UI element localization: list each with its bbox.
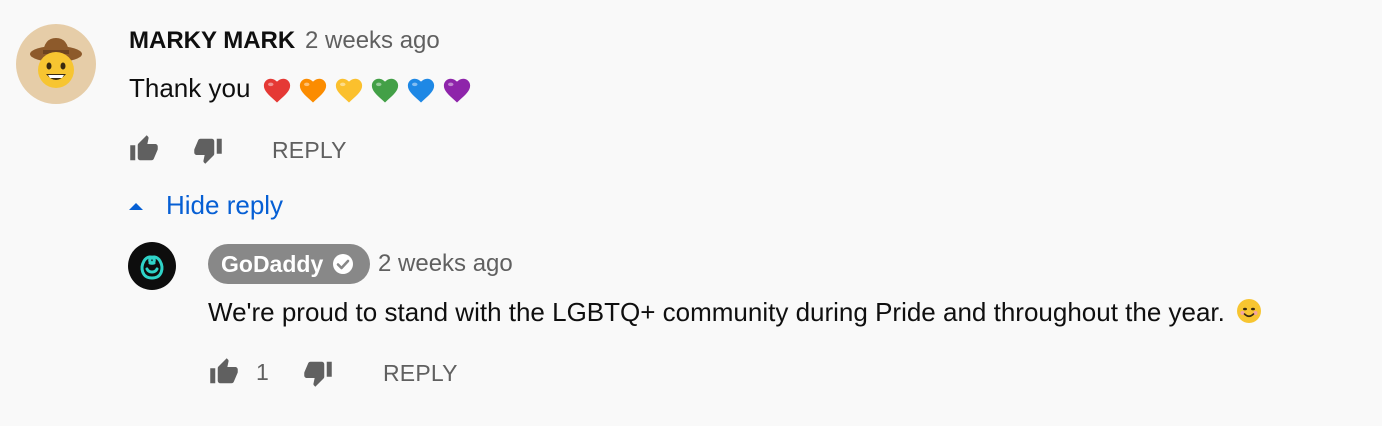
heart-icon: [371, 78, 398, 103]
heart-icon: [263, 78, 290, 103]
avatar[interactable]: [128, 242, 176, 290]
like-count: 1: [256, 359, 269, 385]
godaddy-logo-icon: [140, 255, 164, 280]
comment-text-label: Thank you: [129, 73, 251, 103]
heart-icon: [443, 78, 470, 103]
comment-timestamp[interactable]: 2 weeks ago: [305, 27, 440, 55]
reply-button[interactable]: REPLY: [383, 360, 458, 387]
hide-reply-label: Hide reply: [166, 190, 284, 220]
like-icon[interactable]: [208, 357, 240, 387]
reply-button[interactable]: REPLY: [272, 137, 347, 164]
smiling-face-icon: [1237, 299, 1262, 323]
heart-icon: [299, 78, 326, 103]
reply-text: We're proud to stand with the LGBTQ+ com…: [208, 297, 1262, 328]
heart-icon: [335, 78, 362, 103]
avatar[interactable]: [16, 24, 96, 104]
verified-check-icon: [333, 254, 354, 274]
cowboy-face-icon: [30, 38, 82, 88]
reply-timestamp[interactable]: 2 weeks ago: [378, 250, 513, 278]
comment-text: Thank you: [129, 73, 472, 104]
dislike-icon[interactable]: [192, 135, 224, 165]
like-icon[interactable]: [128, 134, 160, 164]
reply-text-label: We're proud to stand with the LGBTQ+ com…: [208, 297, 1225, 327]
heart-icon: [407, 78, 434, 103]
hide-reply-toggle[interactable]: Hide reply: [126, 190, 283, 221]
heart-emojis: [262, 76, 472, 104]
dislike-icon[interactable]: [302, 358, 334, 388]
channel-owner-badge[interactable]: GoDaddy: [208, 244, 370, 284]
comment-author[interactable]: MARKY MARK: [129, 27, 295, 55]
reply-author: GoDaddy: [221, 250, 324, 277]
caret-up-icon: [129, 202, 143, 210]
